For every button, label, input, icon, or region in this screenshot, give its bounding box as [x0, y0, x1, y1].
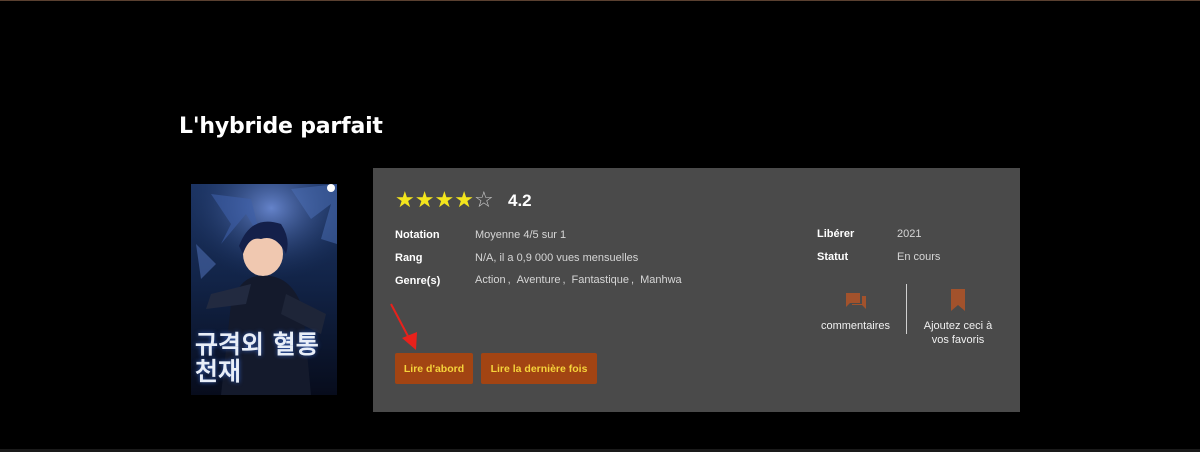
- bookmark-icon: [951, 289, 965, 311]
- favorites-action[interactable]: Ajoutez ceci à vos favoris: [913, 289, 1003, 347]
- notation-label: Notation: [395, 229, 440, 241]
- star-rating[interactable]: ★ ★ ★ ★ ☆: [395, 189, 494, 211]
- comments-label: commentaires: [820, 320, 891, 332]
- star-filled-icon: ★: [454, 187, 474, 212]
- comments-icon: [845, 293, 866, 309]
- notation-max: 1: [560, 229, 567, 241]
- star-empty-icon: ☆: [473, 187, 494, 212]
- manga-info-card: ★ ★ ★ ★ ☆ 4.2 Notation Moyenne 4/5 sur 1…: [373, 168, 1020, 412]
- actions-divider: [906, 284, 907, 334]
- rang-value: N/A, il a 0,9 000 vues mensuelles: [475, 252, 639, 264]
- favorites-label-line1: Ajoutez ceci à: [923, 320, 993, 332]
- page-title: L'hybride parfait: [179, 114, 383, 139]
- notation-sur: sur: [541, 229, 557, 241]
- rang-label: Rang: [395, 252, 423, 264]
- statut-label: Statut: [817, 251, 849, 263]
- notation-prefix: Moyenne: [475, 229, 521, 241]
- star-filled-icon: ★: [434, 187, 455, 212]
- genre-list: Action, Aventure, Fantastique, Manhwa: [475, 274, 682, 286]
- genre-link-manhwa[interactable]: Manhwa: [640, 274, 682, 286]
- rating-score: 4.2: [508, 191, 532, 210]
- genre-link-aventure[interactable]: Aventure: [517, 274, 561, 286]
- cover-image[interactable]: 규격외 혈통천재: [191, 184, 337, 395]
- genre-separator: ,: [631, 274, 635, 286]
- notation-score: 4/5: [523, 229, 539, 241]
- comments-action[interactable]: commentaires: [813, 289, 898, 333]
- annotation-arrow-icon: [390, 303, 417, 350]
- notation-value: Moyenne 4/5 sur 1: [475, 229, 566, 241]
- genre-separator: ,: [507, 274, 511, 286]
- read-last-button[interactable]: Lire la dernière fois: [481, 353, 597, 384]
- star-filled-icon: ★: [414, 187, 435, 212]
- genre-separator: ,: [562, 274, 566, 286]
- read-first-button[interactable]: Lire d'abord: [395, 353, 473, 384]
- statut-value: En cours: [897, 251, 941, 263]
- favorites-label-line2: vos favoris: [931, 334, 985, 346]
- genre-label: Genre(s): [395, 275, 441, 287]
- genre-link-action[interactable]: Action: [475, 274, 506, 286]
- top-border: [0, 0, 1200, 1]
- star-filled-icon: ★: [395, 187, 415, 212]
- liberer-label: Libérer: [817, 228, 855, 240]
- cover-title-text: 규격외 혈통천재: [195, 330, 319, 386]
- genre-link-fantastique[interactable]: Fantastique: [572, 274, 629, 286]
- liberer-value: 2021: [897, 228, 922, 240]
